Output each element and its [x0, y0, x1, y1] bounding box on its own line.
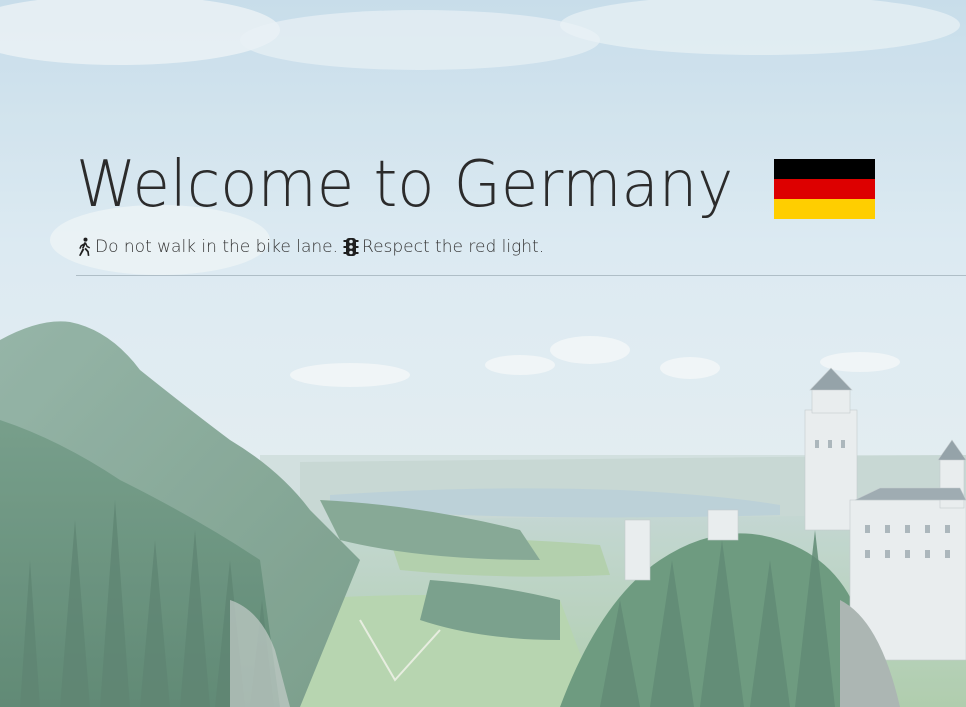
- hero-divider: [76, 275, 966, 276]
- hero-tagline: Do not walk in the bike lane. Respect th…: [76, 234, 966, 260]
- flag-stripe-red: [773, 179, 875, 199]
- hero-headline: Welcome to Germany: [76, 140, 966, 230]
- traffic-light-icon: [343, 237, 359, 257]
- hero-content: Welcome to Germany Do not walk in the bi…: [76, 140, 966, 260]
- tip-light-text: Respect the red light.: [362, 237, 545, 257]
- germany-flag-icon: [773, 159, 875, 219]
- hero-background-image: [0, 0, 966, 707]
- flag-stripe-black: [773, 159, 875, 179]
- tip-walk-text: Do not walk in the bike lane.: [95, 237, 339, 257]
- landscape-illustration: [0, 0, 966, 707]
- flag-stripe-gold: [773, 199, 875, 219]
- pedestrian-icon: [76, 237, 92, 257]
- page-title: Welcome to Germany: [76, 148, 734, 222]
